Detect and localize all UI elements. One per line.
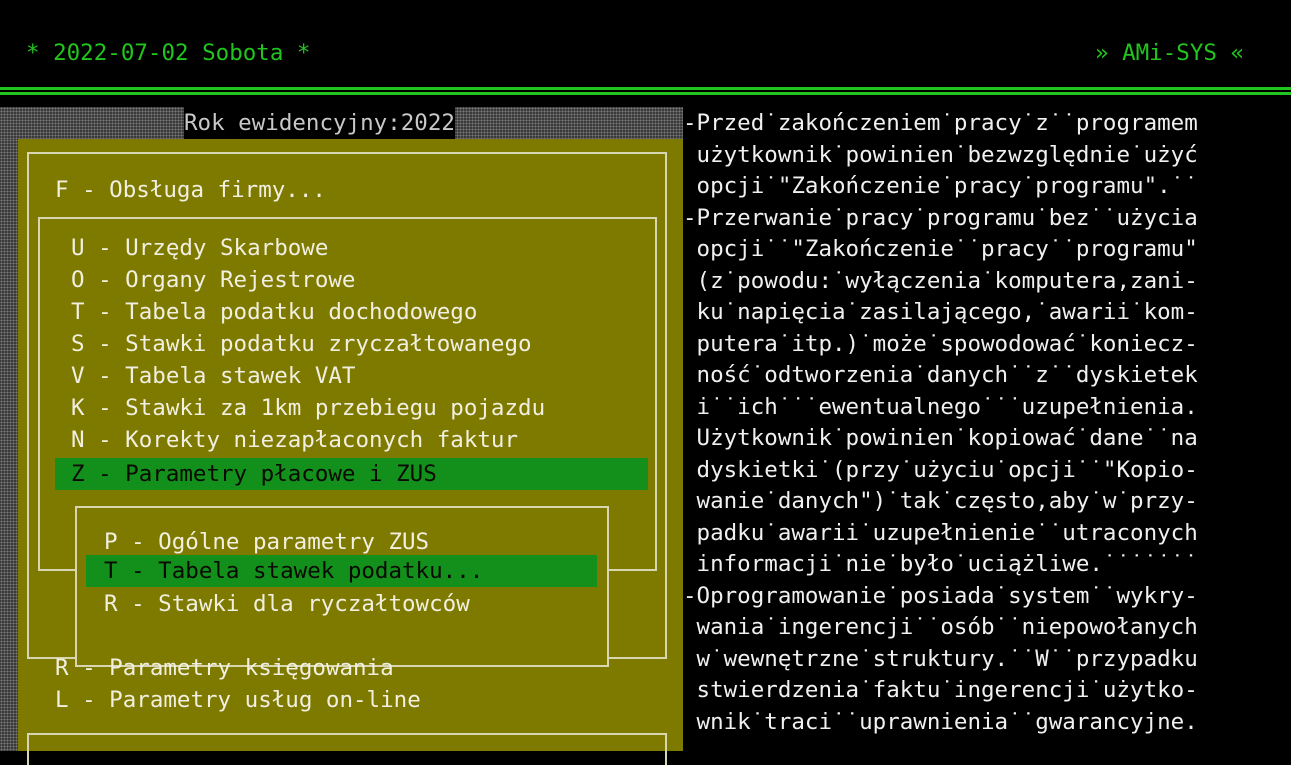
help-text-line: ku˙napięcia˙zasilającego,˙awarii˙kom-	[683, 299, 1198, 325]
date-header: * 2022-07-02 Sobota *	[26, 40, 311, 66]
menu-item-vat-table[interactable]: V - Tabela stawek VAT	[71, 360, 355, 392]
help-text-line: (z˙powodu:˙wyłączenia˙komputera,zani-	[683, 267, 1198, 294]
menu-item-unpaid-invoice-corrections[interactable]: N - Korekty niezapłaconych faktur	[71, 424, 518, 456]
fiscal-year-label: Rok ewidencyjny:2022	[184, 107, 455, 139]
help-text-line: putera˙itp.)˙może˙spowodować˙koniecz-	[683, 330, 1198, 357]
help-text-line: w˙wewnętrzne˙struktury.˙˙W˙˙przypadku	[683, 645, 1198, 672]
menu-item-payroll-zus[interactable]: Z - Parametry płacowe i ZUS	[55, 458, 648, 490]
help-text: -Przed˙zakończeniem˙pracy˙z˙˙programem u…	[683, 108, 1198, 738]
app-title: » AMi-SYS «	[1095, 40, 1245, 66]
menu-item-flat-tax-rates[interactable]: S - Stawki podatku zryczałtowanego	[71, 328, 532, 360]
help-text-line: dyskietki˙(przy˙użyciu˙opcji˙˙"Kopio-	[683, 456, 1198, 483]
help-text-line: -Przerwanie˙pracy˙programu˙bez˙˙użycia	[683, 204, 1198, 231]
menu-item-income-tax-table[interactable]: T - Tabela podatku dochodowego	[71, 296, 477, 328]
help-text-line: ność˙odtworzenia˙danych˙˙z˙˙dyskietek	[683, 362, 1198, 388]
menu-item-tax-offices[interactable]: U - Urzędy Skarbowe	[71, 232, 328, 264]
help-text-line: i˙˙ich˙˙˙ewentualnego˙˙˙uzupełnienia.	[683, 393, 1198, 420]
menu-panel: F - Obsługa firmy... U - Urzędy Skarbowe…	[18, 139, 683, 765]
help-text-line: wania˙ingerencji˙˙osób˙˙niepowołanych	[683, 614, 1198, 640]
menu-item-online-services[interactable]: L - Parametry usług on-line	[55, 684, 421, 716]
help-text-line: wnik˙traci˙˙uprawnienia˙˙gwarancyjne.	[683, 708, 1198, 735]
help-text-line: stwierdzenia˙faktu˙ingerencji˙użytko-	[683, 677, 1198, 703]
help-text-line: użytkownik˙powinien˙bezwzględnie˙użyć	[683, 141, 1198, 168]
menu-item-registration-bodies[interactable]: O - Organy Rejestrowe	[71, 264, 355, 296]
bottom-frame	[27, 733, 667, 765]
help-text-line: padku˙awarii˙uzupełnienie˙˙utraconych	[683, 519, 1198, 546]
help-text-line: Użytkownik˙powinien˙kopiować˙dane˙˙na	[683, 425, 1198, 451]
menu-item-mileage-rates[interactable]: K - Stawki za 1km przebiegu pojazdu	[71, 392, 545, 424]
help-text-line: wanie˙danych")˙tak˙często,aby˙w˙przy-	[683, 488, 1198, 514]
help-text-line: opcji˙"Zakończenie˙pracy˙programu".˙˙	[683, 173, 1198, 199]
help-text-line: opcji˙˙"Zakończenie˙˙pracy˙˙programu"	[683, 236, 1198, 262]
help-text-line: informacji˙nie˙było˙uciążliwe.˙˙˙˙˙˙˙	[683, 551, 1198, 577]
menu-item-firm-service[interactable]: F - Obsługa firmy...	[55, 174, 326, 206]
header-divider-top	[0, 87, 1291, 90]
submenu-item-general-zus[interactable]: P - Ogólne parametry ZUS	[104, 526, 429, 558]
header-divider-bottom	[0, 92, 1291, 95]
help-text-line: -Przed˙zakończeniem˙pracy˙z˙˙programem	[683, 110, 1198, 136]
submenu-item-tax-rate-table[interactable]: T - Tabela stawek podatku...	[86, 555, 597, 587]
menu-item-accounting-params[interactable]: R - Parametry księgowania	[55, 652, 394, 684]
shade-left	[0, 139, 18, 751]
help-text-line: -Oprogramowanie˙posiada˙system˙˙wykry-	[683, 582, 1198, 609]
submenu-item-lump-sum-rates[interactable]: R - Stawki dla ryczałtowców	[104, 588, 470, 620]
